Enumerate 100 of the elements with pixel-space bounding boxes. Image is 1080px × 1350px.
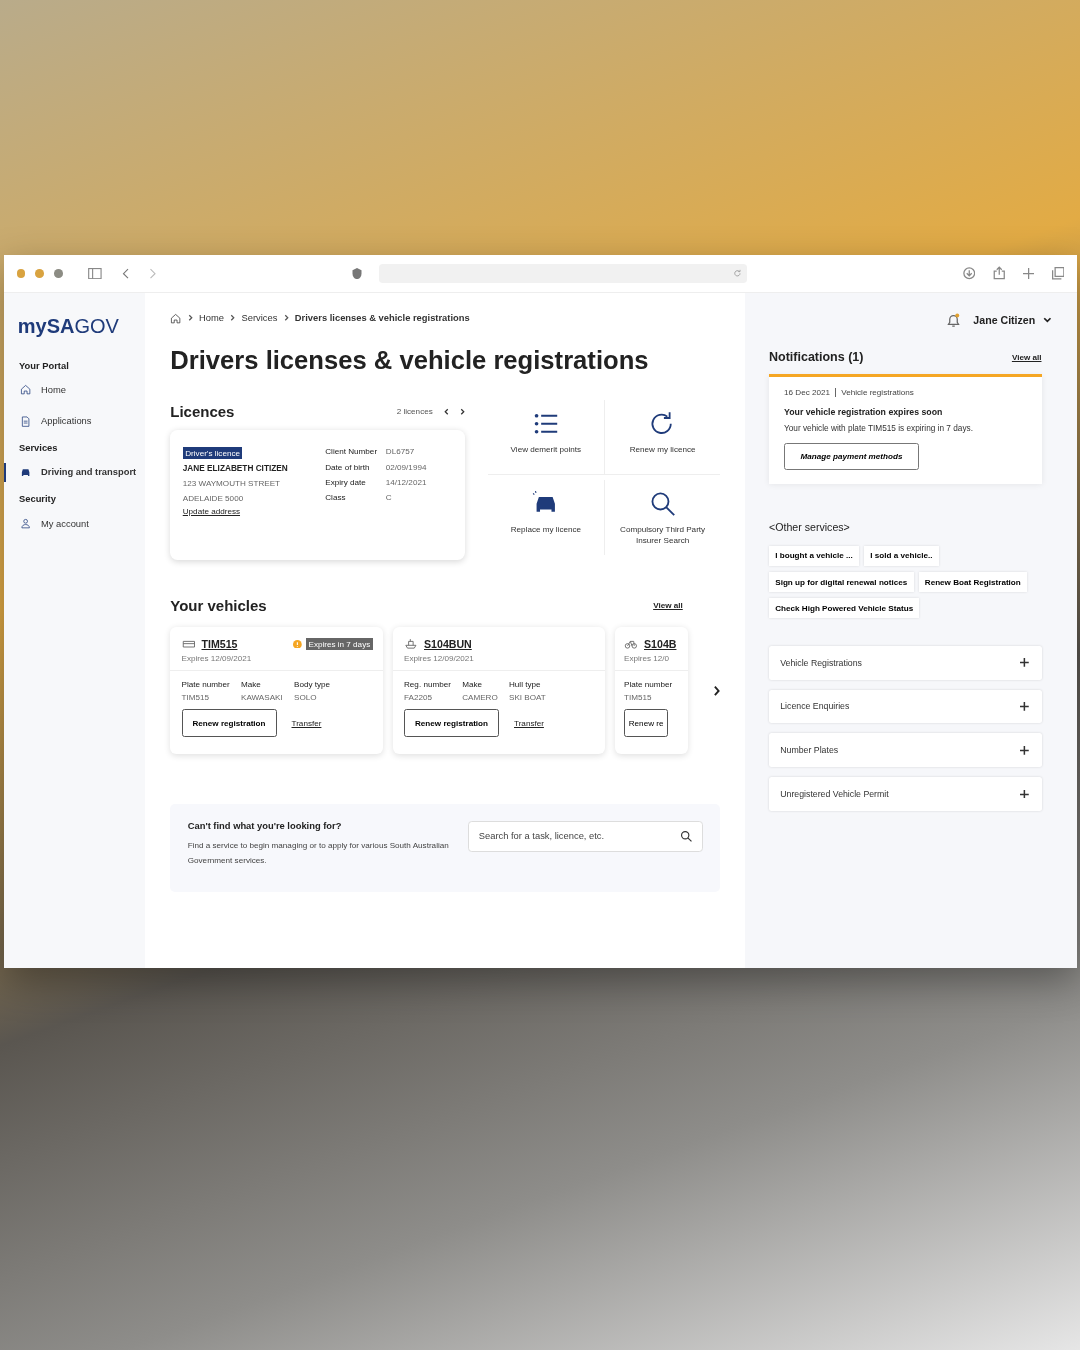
field-label: Plate number	[624, 680, 673, 689]
field-label: Date of birth	[325, 462, 371, 472]
window-dot[interactable]	[35, 268, 44, 278]
warning-icon	[293, 639, 303, 649]
address-line: 123 WAYMOUTH STREET	[182, 479, 282, 488]
renew-button[interactable]: Renew re	[624, 709, 669, 737]
window-dot[interactable]	[16, 268, 26, 278]
licence-holder-name: JANE ELIZABETH CITIZEN	[182, 463, 289, 473]
plate-link[interactable]: S104B	[644, 638, 677, 650]
panel-text: Find a service to begin managing or to apply for various South Australian Government services.	[187, 840, 450, 867]
update-address-link[interactable]: Update address	[182, 507, 318, 516]
renew-button[interactable]: Renew registration	[404, 709, 499, 737]
accordion-item[interactable]: Unregistered Vehicle Permit	[769, 777, 1042, 811]
field-value: 14/12/2021	[385, 477, 427, 487]
service-chip[interactable]: Sign up for digital renewal notices	[769, 572, 914, 592]
search-icon[interactable]	[680, 829, 693, 843]
accordion-item[interactable]: Licence Enquiries	[769, 689, 1042, 724]
manage-payment-button[interactable]: Manage payment methods	[784, 442, 919, 470]
transfer-link[interactable]: Transfer	[514, 718, 544, 728]
expiry-date: Expires 12/09/2021	[404, 653, 475, 663]
transfer-link[interactable]: Transfer	[291, 718, 322, 728]
share-icon[interactable]	[992, 266, 1006, 281]
field-value: TIM515	[624, 692, 653, 702]
page-title: Drivers licenses & vehicle registrations	[170, 346, 650, 376]
licence-count: 2 licences	[396, 406, 433, 416]
reload-icon[interactable]	[732, 268, 742, 278]
notification-text: Your vehicle with plate TIM515 is expiring in 7 days.	[784, 423, 974, 433]
field-label: Reg. number	[404, 680, 451, 689]
quick-action[interactable]: Renew my licence	[604, 400, 721, 476]
quick-action[interactable]: Compulsory Third Party Insurer Search	[604, 480, 721, 555]
dropdown-icon[interactable]	[1042, 316, 1052, 324]
sidebar-item[interactable]: Driving and transport	[4, 463, 146, 482]
field-label: Plate number	[181, 680, 230, 689]
user-name[interactable]: Jane Citizen	[973, 314, 1036, 326]
field-value: CAMERO	[462, 692, 498, 702]
expiry-date: Expires 12/09/2021	[181, 653, 253, 663]
field-label: Client Number	[325, 447, 378, 457]
bell-icon[interactable]	[945, 312, 961, 328]
section-heading: Your Portal	[18, 360, 70, 371]
expiry-badge: Expires in 7 days	[306, 638, 373, 650]
plate-link[interactable]: TIM515	[201, 638, 238, 650]
plus-icon[interactable]	[1022, 267, 1034, 279]
plate-link[interactable]: S104BUN	[424, 638, 472, 650]
notification-category: Vehicle registrations	[841, 388, 914, 398]
home-icon	[19, 384, 31, 396]
sidebar-icon[interactable]	[87, 267, 102, 279]
breadcrumb-link[interactable]: Drivers licenses & vehicle registrations	[294, 313, 470, 324]
field-label: Make	[462, 680, 483, 689]
chevron-icon	[230, 314, 236, 322]
field-label: Class	[325, 493, 347, 502]
quick-action[interactable]: View demerit points	[487, 400, 604, 476]
home-icon[interactable]	[170, 312, 182, 324]
next-icon[interactable]	[712, 683, 721, 698]
breadcrumb-link[interactable]: Home	[199, 313, 224, 324]
field-value: FA2205	[404, 692, 433, 702]
section-heading: Services	[18, 443, 59, 453]
sidebar-item[interactable]: Applications	[4, 411, 146, 431]
sidebar-item[interactable]: Home	[4, 380, 146, 400]
boat-icon	[404, 638, 418, 650]
car-icon	[19, 466, 31, 478]
service-chip[interactable]: Check High Powered Vehicle Status	[769, 598, 920, 619]
accordion-item[interactable]: Vehicle Registrations	[769, 645, 1042, 680]
window-dot[interactable]	[54, 268, 63, 278]
field-value: SKI BOAT	[509, 692, 546, 702]
service-chip[interactable]: I bought a vehicle ...	[769, 545, 859, 566]
document-icon	[19, 415, 31, 427]
tabs-icon[interactable]	[1051, 267, 1064, 280]
previous-icon[interactable]	[444, 407, 449, 415]
field-label: Body type	[294, 680, 331, 689]
notification-date: 16 Dec 2021	[784, 388, 830, 398]
bicycle-icon	[624, 638, 638, 650]
section-heading: Licences	[170, 402, 235, 420]
accordion-item[interactable]: Number Plates	[769, 733, 1042, 767]
next-icon[interactable]	[460, 407, 466, 415]
view-all-link[interactable]: View all	[1011, 352, 1042, 362]
field-value: SOLO	[294, 692, 318, 702]
breadcrumb-link[interactable]: Services	[241, 313, 278, 324]
field-value: 02/09/1994	[385, 462, 427, 472]
back-icon[interactable]	[121, 267, 129, 279]
expiry-date: Expires 12/0	[624, 653, 671, 663]
section-heading: Security	[18, 494, 57, 505]
shield-icon[interactable]	[351, 267, 362, 279]
section-heading: <Other services>	[769, 521, 851, 534]
chevron-icon	[187, 314, 193, 322]
service-chip[interactable]: I sold a vehicle..	[864, 545, 939, 566]
download-icon[interactable]	[962, 267, 976, 280]
address-line: ADELAIDE 5000	[182, 494, 245, 504]
renew-button[interactable]: Renew registration	[181, 709, 277, 737]
field-value: KAWASAKI	[241, 692, 283, 702]
search-field[interactable]: Search for a task, licence, etc.	[467, 820, 703, 852]
view-all-link[interactable]: View all	[653, 601, 683, 611]
field-label: Make	[241, 680, 262, 689]
sidebar-item[interactable]: My account	[4, 514, 146, 533]
notifications-heading: Notifications (1)	[769, 350, 864, 364]
licence-tag: Driver's licence	[182, 447, 243, 459]
quick-action[interactable]: Replace my licence	[487, 480, 604, 555]
field-value: C	[385, 493, 393, 502]
service-chip[interactable]: Renew Boat Registration	[918, 572, 1027, 592]
logo[interactable]: mySAGOV	[4, 315, 146, 338]
field-label: Expiry date	[325, 477, 367, 487]
